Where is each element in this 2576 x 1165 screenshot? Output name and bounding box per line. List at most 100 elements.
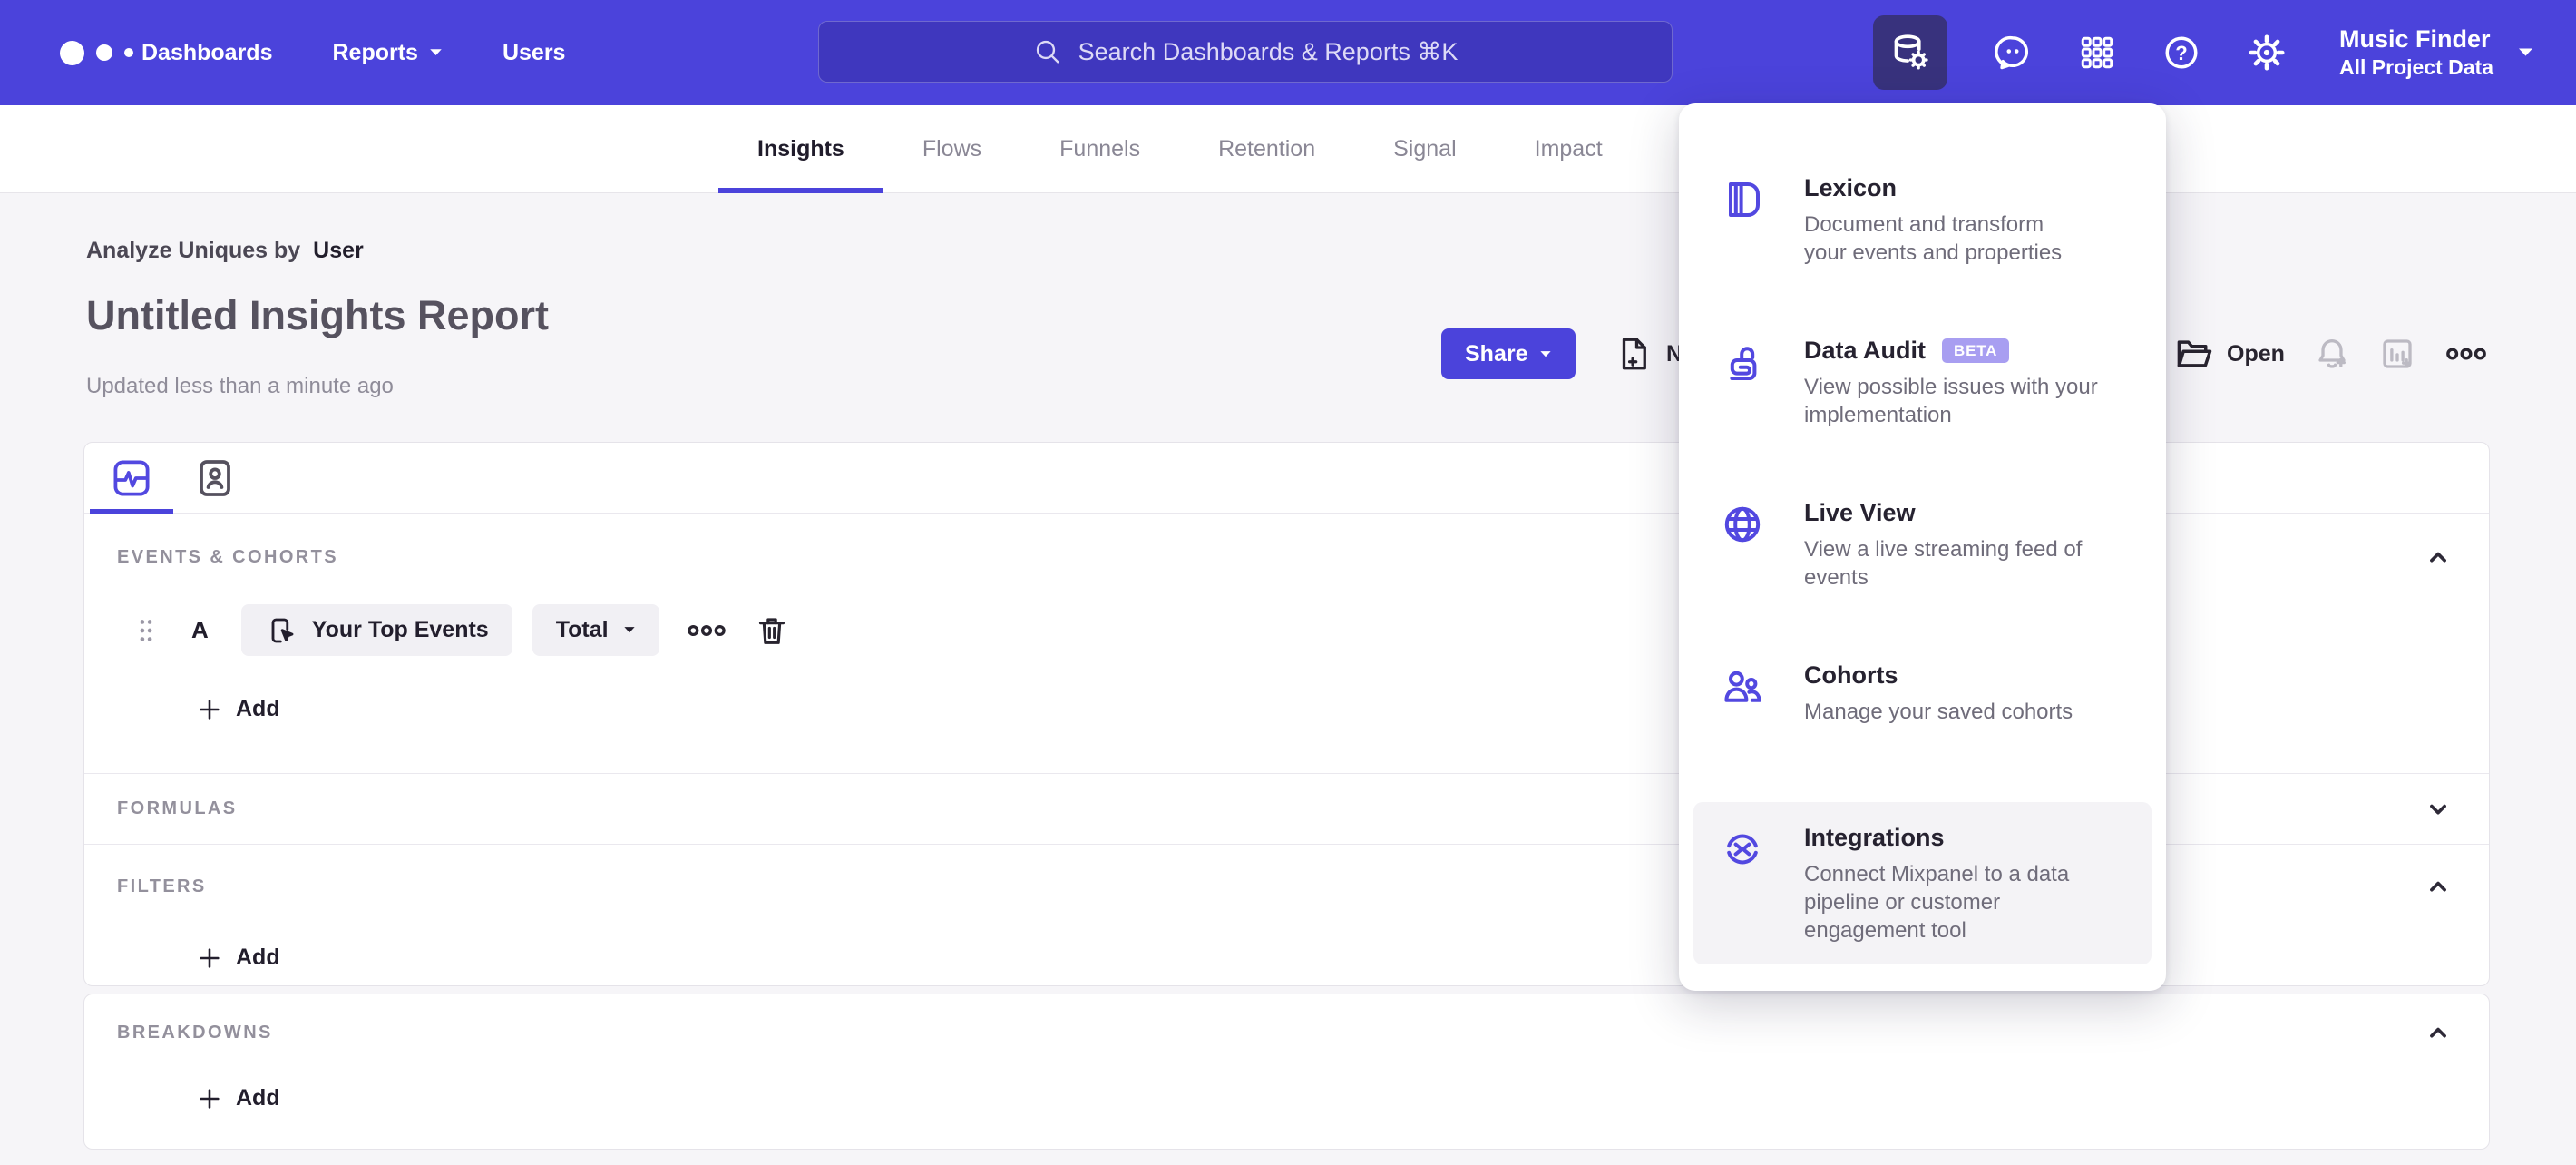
primary-nav: Dashboards Reports Users: [141, 0, 565, 105]
tab-impact-label: Impact: [1534, 136, 1603, 162]
nav-users[interactable]: Users: [503, 40, 566, 66]
series-letter: A: [191, 616, 209, 643]
tab-insights-label: Insights: [757, 136, 844, 162]
add-breakdown-button[interactable]: Add: [197, 1085, 2456, 1111]
nav-reports[interactable]: Reports: [332, 40, 442, 66]
tab-retention-label: Retention: [1218, 136, 1316, 162]
breakdowns-section-label: BREAKDOWNS: [117, 1022, 273, 1043]
tab-flows-label: Flows: [922, 136, 982, 162]
menu-item-description: Connect Mixpanel to a data pipeline or c…: [1804, 862, 2070, 943]
chevron-down-icon: [623, 626, 636, 634]
chevron-down-icon: [2517, 47, 2534, 58]
drag-handle[interactable]: [137, 617, 155, 644]
project-selector[interactable]: Music Finder All Project Data: [2339, 24, 2534, 81]
breadcrumb: Analyze Uniques by User: [86, 238, 364, 264]
menu-item-title: Cohorts: [1804, 661, 1898, 689]
plus-icon: [197, 1086, 222, 1111]
chevron-down-icon: [429, 48, 443, 57]
tab-insights[interactable]: Insights: [718, 105, 883, 193]
add-to-dashboard-button[interactable]: [2378, 328, 2416, 379]
event-click-icon: [265, 614, 298, 647]
filters-section-label: FILTERS: [117, 876, 207, 896]
menu-item-live-view[interactable]: Live View View a live streaming feed of …: [1693, 477, 2152, 640]
menu-item-data-audit[interactable]: Data Audit BETA View possible issues wit…: [1693, 315, 2152, 477]
search-input[interactable]: Search Dashboards & Reports ⌘K: [818, 21, 1673, 83]
page-title[interactable]: Untitled Insights Report: [86, 292, 549, 339]
bell-plus-icon: [2313, 335, 2351, 373]
open-report-button[interactable]: Open: [2173, 328, 2285, 379]
collapse-breakdowns-chevron-up-icon[interactable]: [2420, 1014, 2456, 1051]
svg-text:?: ?: [2175, 42, 2187, 64]
plus-icon: [197, 697, 222, 722]
project-scope: All Project Data: [2339, 55, 2493, 79]
data-management-button[interactable]: [1873, 15, 1947, 90]
help-icon[interactable]: ?: [2161, 33, 2201, 73]
collapse-filters-chevron-up-icon[interactable]: [2420, 868, 2456, 905]
event-selector[interactable]: Your Top Events: [240, 604, 512, 656]
beta-badge: BETA: [1942, 338, 2010, 363]
tab-events-view[interactable]: [90, 443, 173, 514]
profile-card-icon: [193, 456, 237, 500]
events-section-label: EVENTS & COHORTS: [117, 546, 338, 567]
menu-item-text: Live View View a live streaming feed of …: [1804, 499, 2127, 640]
project-name: Music Finder: [2339, 25, 2491, 53]
row-more-dots-icon[interactable]: [687, 621, 727, 641]
menu-item-description: View possible issues with your implement…: [1804, 375, 2098, 427]
share-button[interactable]: Share: [1441, 328, 1576, 379]
mixpanel-app: Dashboards Reports Users Search Dashboar…: [0, 0, 2576, 1165]
data-audit-lock-icon: [1721, 340, 1764, 384]
more-dots-icon: [2445, 343, 2487, 365]
aggregation-selector[interactable]: Total: [532, 604, 659, 656]
breakdowns-section-header: BREAKDOWNS: [117, 1014, 2456, 1051]
analyze-by-selector[interactable]: User: [313, 238, 364, 264]
report-tabbar: Insights Flows Funnels Retention Signal …: [0, 105, 2576, 193]
live-view-globe-icon: [1721, 503, 1764, 546]
menu-item-lexicon[interactable]: Lexicon Document and transform your even…: [1693, 152, 2152, 315]
updated-timestamp: Updated less than a minute ago: [86, 374, 394, 398]
menu-item-text: Integrations Connect Mixpanel to a data …: [1804, 824, 2127, 964]
tab-funnels[interactable]: Funnels: [1020, 105, 1179, 193]
tab-retention[interactable]: Retention: [1179, 105, 1354, 193]
delete-row-trash-icon[interactable]: [754, 612, 790, 649]
tab-profiles-view[interactable]: [173, 443, 257, 514]
tab-flows[interactable]: Flows: [883, 105, 1020, 193]
menu-item-title: Integrations: [1804, 824, 1945, 851]
analyze-uniques-label: Analyze Uniques by: [86, 238, 301, 263]
feedback-icon[interactable]: [1993, 33, 2033, 73]
settings-gear-icon[interactable]: [2247, 33, 2287, 73]
collapse-events-chevron-up-icon[interactable]: [2420, 539, 2456, 575]
mixpanel-logo[interactable]: [60, 0, 133, 105]
top-navbar: Dashboards Reports Users Search Dashboar…: [0, 0, 2576, 105]
tab-signal-label: Signal: [1393, 136, 1457, 162]
share-label: Share: [1465, 340, 1528, 367]
project-text: Music Finder All Project Data: [2339, 24, 2493, 81]
plus-icon: [197, 945, 222, 971]
menu-item-cohorts[interactable]: Cohorts Manage your saved cohorts: [1693, 640, 2152, 802]
menu-item-title: Lexicon: [1804, 174, 1898, 201]
database-gear-icon: [1889, 32, 1931, 73]
report-tabs: Insights Flows Funnels Retention Signal …: [718, 105, 1642, 193]
apps-grid-icon[interactable]: [2078, 34, 2116, 72]
menu-item-description: Document and transform your events and p…: [1804, 212, 2063, 265]
add-filter-label: Add: [236, 945, 280, 970]
event-selector-label: Your Top Events: [311, 617, 489, 642]
nav-reports-label: Reports: [332, 39, 418, 65]
search-placeholder: Search Dashboards & Reports ⌘K: [1078, 37, 1459, 65]
tab-funnels-label: Funnels: [1059, 136, 1141, 162]
expand-formulas-chevron-down-icon[interactable]: [2420, 791, 2456, 827]
formulas-section-label: FORMULAS: [117, 798, 238, 818]
open-folder-icon: [2173, 334, 2213, 374]
nav-users-label: Users: [502, 39, 566, 65]
more-actions-button[interactable]: [2445, 328, 2487, 379]
integrations-sync-icon: [1721, 827, 1764, 871]
tab-impact[interactable]: Impact: [1496, 105, 1642, 193]
cohorts-users-icon: [1721, 665, 1764, 709]
tab-signal[interactable]: Signal: [1354, 105, 1496, 193]
nav-dashboards-label: Dashboards: [141, 39, 273, 65]
menu-item-text: Cohorts Manage your saved cohorts: [1804, 661, 2127, 802]
menu-item-text: Data Audit BETA View possible issues wit…: [1804, 337, 2127, 477]
new-document-icon: [1615, 335, 1653, 373]
create-alert-button[interactable]: [2313, 328, 2351, 379]
nav-dashboards[interactable]: Dashboards: [141, 40, 272, 66]
menu-item-integrations[interactable]: Integrations Connect Mixpanel to a data …: [1693, 802, 2152, 964]
